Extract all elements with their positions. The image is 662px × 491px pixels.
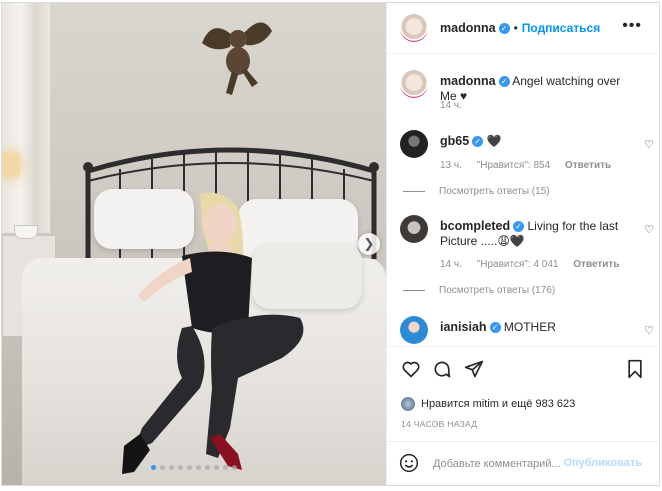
commenter-avatar[interactable]	[400, 316, 428, 344]
commenter-avatar[interactable]	[400, 215, 428, 243]
more-icon[interactable]: •••	[622, 17, 642, 35]
share-icon[interactable]	[464, 359, 484, 379]
cup	[14, 225, 38, 239]
separator-dot: •	[513, 21, 518, 35]
liker-avatar	[401, 397, 415, 411]
comment-input[interactable]	[431, 452, 565, 476]
comment-text: 🖤	[486, 134, 502, 148]
emoji-icon[interactable]	[399, 453, 419, 473]
follow-button[interactable]: Подписаться	[522, 21, 600, 35]
carousel-dot	[160, 465, 165, 470]
carousel-dot	[178, 465, 183, 470]
verified-icon: ✓	[472, 136, 484, 148]
action-bar	[387, 346, 660, 397]
lamp	[2, 153, 20, 177]
view-replies-button[interactable]: Посмотреть ответы (176)	[403, 285, 555, 296]
post-image[interactable]: ❯	[2, 3, 386, 485]
carousel-dots	[2, 457, 386, 475]
reply-button[interactable]: Ответить	[573, 259, 619, 270]
view-replies-button[interactable]: Посмотреть ответы (15)	[403, 186, 550, 197]
person-figure	[122, 192, 304, 474]
comment-heart-icon[interactable]: ♡	[644, 223, 654, 236]
author-avatar[interactable]	[400, 70, 428, 98]
comment-time: 13 ч.	[440, 160, 462, 171]
cherub-sculpture	[202, 22, 272, 95]
comment-text: MOTHER	[503, 320, 556, 334]
likes-summary[interactable]: Нравится mitim и ещё 983 623	[401, 397, 575, 411]
comment-likes[interactable]: "Нравится": 4 041	[477, 259, 559, 270]
comment-composer: Опубликовать	[387, 441, 660, 486]
verified-icon: ✓	[498, 22, 510, 34]
comment-time: 14 ч.	[440, 259, 462, 270]
comments-list[interactable]: madonna ✓ Angel watching over Me ♥ 14 ч. …	[387, 54, 660, 346]
carousel-dot	[223, 465, 228, 470]
carousel-dot	[232, 465, 237, 470]
author-avatar[interactable]	[400, 14, 428, 42]
comment-icon[interactable]	[432, 359, 452, 379]
comment-username[interactable]: ianisiah	[440, 320, 487, 334]
author-username[interactable]: madonna	[440, 19, 496, 37]
post-side-panel: madonna ✓ • Подписаться ••• madonna ✓ Ang…	[386, 3, 660, 485]
reply-button[interactable]: Ответить	[565, 160, 611, 171]
comment-username[interactable]: bcompleted	[440, 219, 510, 233]
comment-heart-icon[interactable]: ♡	[644, 138, 654, 151]
heart-icon[interactable]	[401, 359, 421, 379]
commenter-avatar[interactable]	[400, 130, 428, 158]
comment-heart-icon[interactable]: ♡	[644, 324, 654, 337]
bookmark-icon[interactable]	[626, 359, 644, 379]
caption-time: 14 ч.	[440, 100, 462, 111]
carousel-dot	[187, 465, 192, 470]
carousel-dot	[214, 465, 219, 470]
carousel-dot	[196, 465, 201, 470]
verified-icon: ✓	[513, 221, 525, 233]
comment-username[interactable]: gb65	[440, 134, 469, 148]
next-arrow-icon[interactable]: ❯	[358, 233, 380, 255]
verified-icon: ✓	[489, 322, 501, 334]
post-timestamp[interactable]: 14 ЧАСОВ НАЗАД	[401, 419, 477, 429]
comment-likes[interactable]: "Нравится": 854	[477, 160, 550, 171]
post-container: ❯ madonna ✓ • Подписаться ••• madonna ✓ A…	[1, 2, 660, 486]
post-header: madonna ✓ • Подписаться •••	[387, 3, 660, 54]
verified-icon: ✓	[498, 76, 510, 88]
carousel-dot	[205, 465, 210, 470]
carousel-dot	[151, 465, 156, 470]
carousel-dot	[169, 465, 174, 470]
publish-button[interactable]: Опубликовать	[563, 457, 642, 469]
caption-username[interactable]: madonna	[440, 74, 496, 88]
likes-text[interactable]: Нравится mitim и ещё 983 623	[421, 398, 575, 410]
